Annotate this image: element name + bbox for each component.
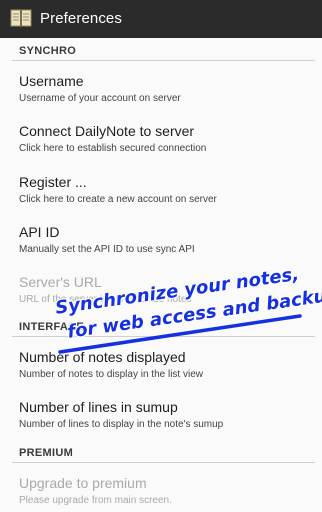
pref-title: API ID [19,224,60,240]
pref-title: Register ... [19,174,87,190]
pref-summary: Click here to create a new account on se… [19,194,217,205]
pref-connect-server[interactable]: Connect DailyNote to server Click here t… [0,123,322,173]
pref-username[interactable]: Username Username of your account on ser… [0,73,322,123]
pref-title: Upgrade to premium [19,475,147,491]
pref-summary: Number of notes to display in the list v… [19,369,203,380]
section-header-synchro: SYNCHRO [19,45,77,57]
pref-summary: Number of lines to display in the note's… [19,419,224,430]
section-header-premium: PREMIUM [19,447,74,459]
pref-summary: Manually set the API ID to use sync API [19,244,195,255]
action-bar: Preferences [0,0,322,38]
pref-summary: Please upgrade from main screen. [19,495,172,506]
pref-title: Number of lines in sumup [19,399,178,415]
section-divider [12,60,315,61]
section-divider [12,336,315,337]
pref-api-id[interactable]: API ID Manually set the API ID to use sy… [0,224,322,274]
pref-title: Connect DailyNote to server [19,123,195,139]
section-divider [12,462,315,463]
section-header-interface: INTERFACE [19,321,85,333]
preferences-screen: Preferences SYNCHRO Username Username of… [0,0,322,512]
pref-title: Server's URL [19,274,102,290]
pref-title: Username [19,73,84,89]
preference-list: SYNCHRO Username Username of your accoun… [0,38,322,512]
pref-upgrade-premium: Upgrade to premium Please upgrade from m… [0,475,322,512]
pref-title: Number of notes displayed [19,349,186,365]
pref-register[interactable]: Register ... Click here to create a new … [0,174,322,224]
pref-server-url: Server's URL URL of the server to synchr… [0,274,322,324]
book-icon[interactable] [10,8,32,28]
pref-notes-displayed[interactable]: Number of notes displayed Number of note… [0,349,322,399]
pref-lines-sumup[interactable]: Number of lines in sumup Number of lines… [0,399,322,449]
pref-summary: Click here to establish secured connecti… [19,143,207,154]
pref-summary: URL of the server to synchronize notes [19,294,192,305]
page-title: Preferences [40,10,122,27]
pref-summary: Username of your account on server [19,93,181,104]
